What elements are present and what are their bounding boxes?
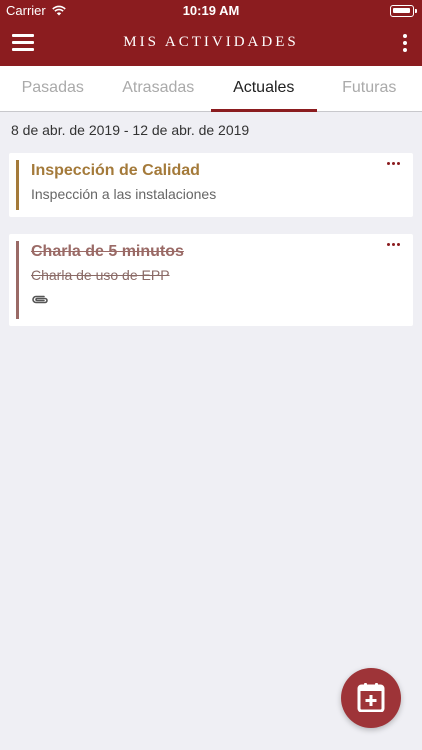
status-accent-bar xyxy=(16,160,19,210)
vertical-ellipsis-icon[interactable] xyxy=(402,34,408,54)
battery-icon xyxy=(390,5,417,17)
status-bar: Carrier 10:19 AM xyxy=(0,0,422,22)
add-calendar-icon xyxy=(357,683,385,712)
paperclip-icon xyxy=(32,295,48,304)
activity-title: Inspección de Calidad xyxy=(31,162,200,179)
activity-subtitle: Inspección a las instalaciones xyxy=(31,186,217,202)
status-time: 10:19 AM xyxy=(182,3,240,18)
tab-bar: Pasadas Atrasadas Actuales Futuras xyxy=(0,66,422,112)
activity-card[interactable]: Inspección de Calidad Inspección a las i… xyxy=(9,153,413,217)
status-accent-bar xyxy=(16,241,19,319)
date-range-label: 8 de abr. de 2019 - 12 de abr. de 2019 xyxy=(11,122,250,138)
activity-subtitle: Charla de uso de EPP xyxy=(31,267,170,283)
more-options-icon[interactable] xyxy=(387,243,401,251)
activity-card[interactable]: Charla de 5 minutos Charla de uso de EPP xyxy=(9,234,413,326)
app-header: Carrier 10:19 AM MIS ACTIVIDADES xyxy=(0,0,422,66)
navigation-bar: MIS ACTIVIDADES xyxy=(0,22,422,66)
add-activity-button[interactable] xyxy=(341,668,401,728)
page-title: MIS ACTIVIDADES xyxy=(123,34,299,50)
activity-title: Charla de 5 minutos xyxy=(31,243,184,260)
tab-atrasadas[interactable]: Atrasadas xyxy=(106,66,212,111)
tab-futuras[interactable]: Futuras xyxy=(317,66,422,111)
tab-pasadas[interactable]: Pasadas xyxy=(0,66,106,111)
tab-actuales[interactable]: Actuales xyxy=(211,66,317,112)
more-options-icon[interactable] xyxy=(387,162,401,170)
